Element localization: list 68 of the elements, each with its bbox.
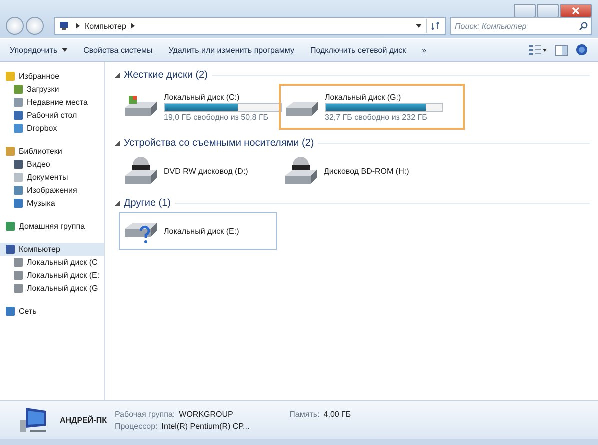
back-button[interactable] — [6, 17, 24, 35]
toolbar-button[interactable]: Упорядочить — [6, 44, 72, 56]
forward-button[interactable] — [26, 17, 44, 35]
computer-name: АНДРЕЙ-ПК — [60, 416, 107, 424]
drive-name: Дисковод BD-ROM (H:) — [324, 166, 410, 176]
group-heading[interactable]: Жесткие диски (2) — [124, 70, 208, 80]
group-heading[interactable]: Устройства со съемными носителями (2) — [124, 138, 314, 148]
sidebar-item[interactable]: Локальный диск (E: — [0, 269, 104, 282]
search-icon — [579, 22, 588, 31]
caret-icon — [62, 48, 68, 52]
sidebar-item[interactable]: Видео — [0, 158, 104, 171]
drive-name: DVD RW дисковод (D:) — [164, 166, 250, 176]
sidebar-item[interactable]: Домашняя группа — [0, 220, 104, 233]
optical-drive-icon — [283, 156, 319, 186]
detail-value: 4,00 ГБ — [324, 410, 352, 418]
help-icon[interactable] — [576, 44, 588, 56]
sidebar-item[interactable]: Dropbox — [0, 122, 104, 135]
detail-label: Рабочая группа: — [114, 410, 176, 418]
sidebar-item[interactable]: Локальный диск (G — [0, 282, 104, 295]
sidebar-item[interactable]: Локальный диск (C — [0, 256, 104, 269]
refresh-button[interactable] — [426, 19, 441, 33]
sidebar-item[interactable]: Загрузки — [0, 83, 104, 96]
sidebar-item[interactable]: Музыка — [0, 197, 104, 210]
toolbar-button[interactable]: Удалить или изменить программу — [164, 44, 298, 56]
refresh-icon — [431, 22, 441, 30]
sidebar-item[interactable]: Недавние места — [0, 96, 104, 109]
sidebar-item[interactable]: Библиотеки — [0, 145, 104, 158]
detail-label: Память: — [290, 410, 320, 418]
drive-name: Локальный диск (C:) — [164, 92, 241, 102]
collapse-icon[interactable] — [115, 140, 120, 146]
free-space-text: 32,7 ГБ свободно из 232 ГБ — [325, 112, 428, 122]
toolbar-button[interactable]: Подключить сетевой диск — [306, 44, 410, 56]
view-options-icon[interactable] — [529, 45, 547, 55]
toolbar-button[interactable]: Свойства системы — [80, 44, 157, 56]
sidebar-item[interactable]: Рабочий стол — [0, 109, 104, 122]
drive-tile[interactable]: Дисковод BD-ROM (H:) — [279, 152, 437, 190]
collapse-icon[interactable] — [115, 72, 120, 78]
more-button[interactable]: » — [418, 44, 431, 56]
free-space-text: 19,0 ГБ свободно из 50,8 ГБ — [164, 112, 270, 122]
maximize-button[interactable] — [537, 4, 559, 18]
drive-tile[interactable]: Локальный диск (G:) 32,7 ГБ свободно из 232 ГБ — [279, 84, 465, 130]
sidebar-item[interactable]: Компьютер — [0, 243, 104, 256]
sidebar-item[interactable]: Изображения — [0, 184, 104, 197]
sidebar-item[interactable]: Документы — [0, 171, 104, 184]
drive-tile[interactable]: Локальный диск (E:) — [119, 212, 277, 250]
collapse-icon[interactable] — [115, 200, 120, 206]
search-field[interactable]: Поиск: Компьютер — [450, 17, 592, 35]
preview-pane-icon[interactable] — [555, 44, 568, 56]
minimize-button[interactable] — [514, 4, 536, 18]
close-icon — [571, 7, 581, 15]
detail-value: WORKGROUP — [179, 410, 234, 418]
detail-value: Intel(R) Pentium(R) CP... — [162, 422, 250, 430]
dropdown-icon[interactable] — [416, 24, 422, 28]
drive-tile[interactable]: DVD RW дисковод (D:) — [119, 152, 277, 190]
computer-icon — [59, 21, 71, 31]
breadcrumb[interactable]: Компьютер — [85, 22, 126, 30]
address-bar[interactable]: Компьютер — [54, 17, 446, 35]
sidebar-item[interactable]: Избранное — [0, 70, 104, 83]
close-button[interactable] — [560, 4, 592, 18]
detail-label: Процессор: — [114, 422, 158, 430]
sidebar-item[interactable]: Сеть — [0, 305, 104, 318]
group-heading[interactable]: Другие (1) — [124, 198, 172, 208]
drive-tile[interactable]: Локальный диск (C:) 19,0 ГБ свободно из 50,8 ГБ — [119, 84, 277, 130]
drive-name: Локальный диск (G:) — [325, 92, 402, 102]
chevron-icon — [130, 23, 136, 29]
optical-drive-icon — [123, 156, 159, 186]
drive-name: Локальный диск (E:) — [164, 226, 240, 236]
chevron-icon — [75, 23, 81, 29]
